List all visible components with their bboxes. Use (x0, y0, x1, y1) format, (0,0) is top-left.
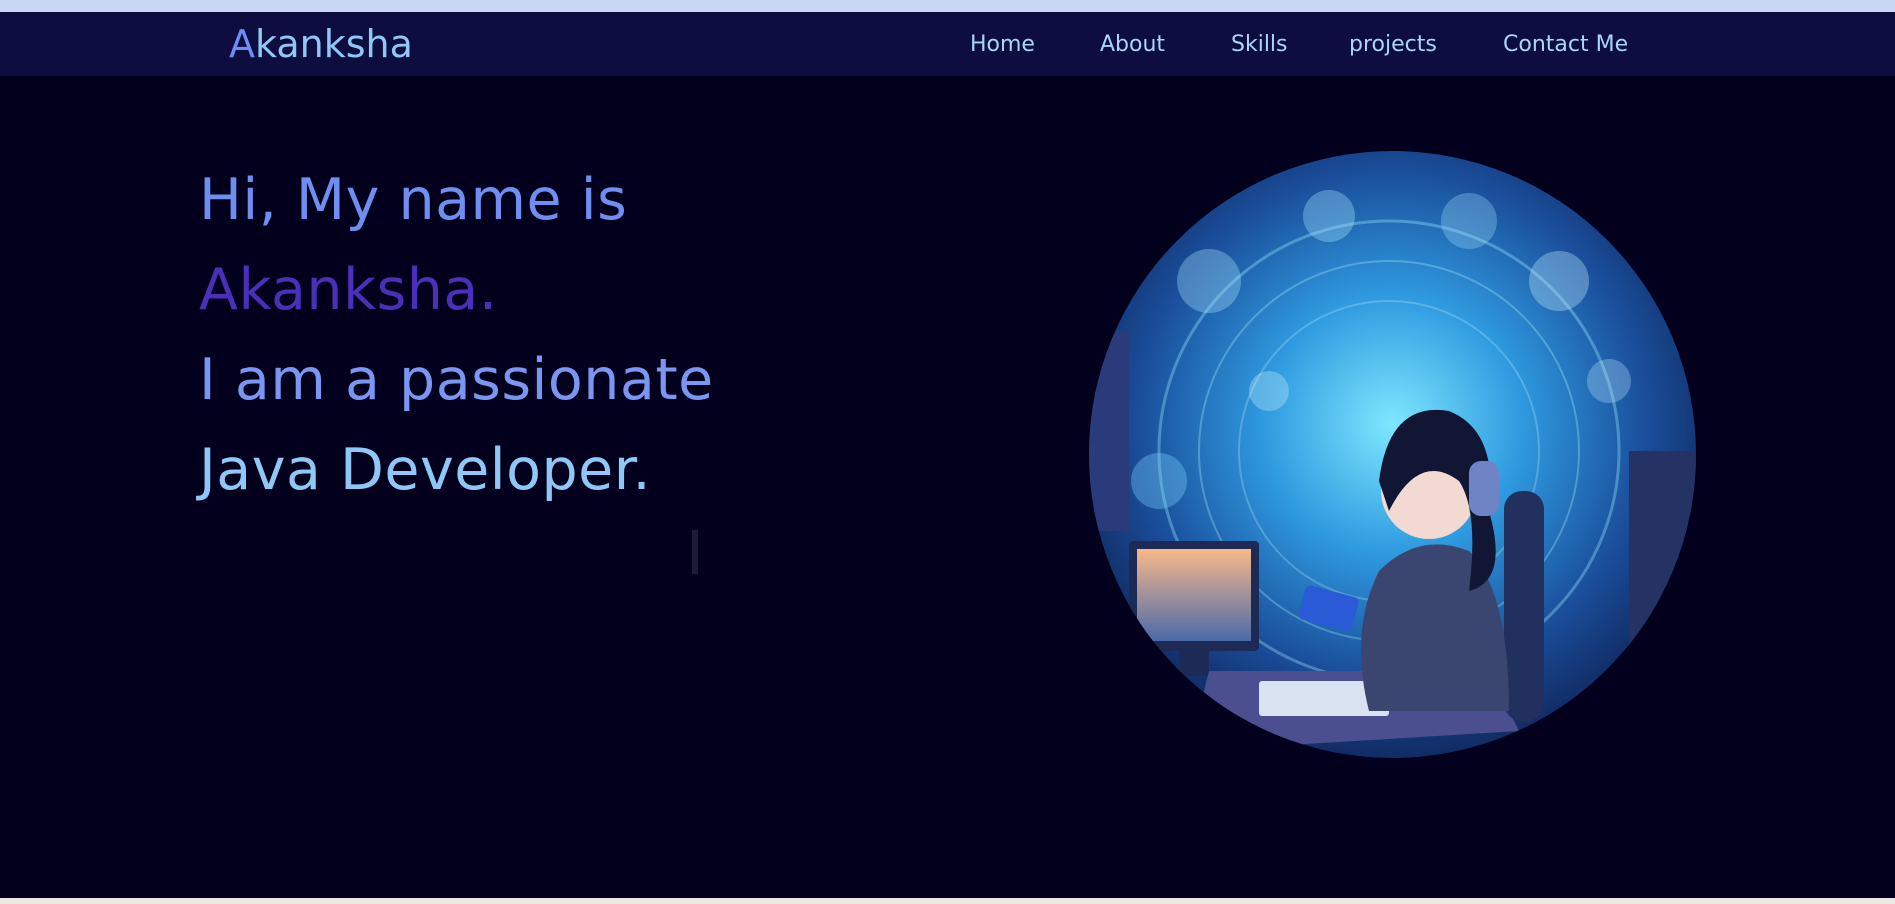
nav-link-about[interactable]: About (1100, 32, 1165, 58)
hero-intro: I am a passionate (199, 347, 714, 413)
typing-cursor (692, 530, 698, 574)
hero-greeting: Hi, My name is (199, 167, 628, 233)
profile-illustration (1089, 151, 1696, 758)
hero-name: Akanksha. (199, 257, 498, 323)
top-strip (0, 0, 1895, 12)
brand-logo[interactable]: Akanksha (229, 22, 413, 66)
nav-link-contact[interactable]: Contact Me (1503, 32, 1628, 58)
hero-role-typing: Java Developer. (199, 437, 652, 503)
navbar: Akanksha Home About Skills projects Cont… (0, 12, 1895, 76)
brand-logo-initial: A (229, 22, 255, 66)
nav-link-skills[interactable]: Skills (1231, 32, 1288, 58)
nav-link-home[interactable]: Home (970, 32, 1035, 58)
nav-link-projects[interactable]: projects (1349, 32, 1437, 58)
brand-logo-rest: kanksha (255, 22, 413, 66)
bottom-strip (0, 898, 1895, 904)
